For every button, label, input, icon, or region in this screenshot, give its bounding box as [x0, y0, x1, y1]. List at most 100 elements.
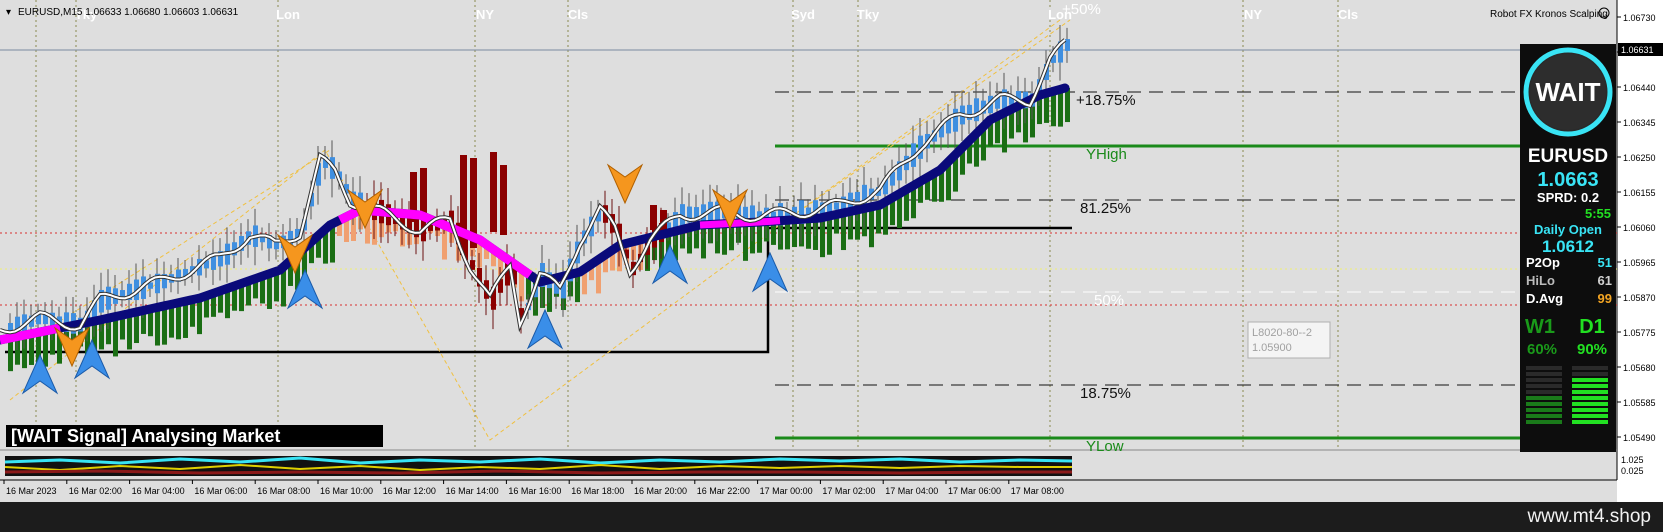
meter-cell-left [1526, 402, 1562, 406]
histogram-bar [176, 303, 181, 340]
histogram-bar [29, 334, 34, 365]
panel-pair: EURUSD [1528, 146, 1608, 167]
wait-badge-label: WAIT [1536, 77, 1601, 107]
time-tick-label: 17 Mar 00:00 [760, 486, 813, 496]
trend-line-magenta [699, 217, 781, 229]
meter-cell-left [1526, 420, 1562, 424]
sub-indicator-window [4, 456, 1073, 476]
symbol-info: EURUSD,M15 1.06633 1.06680 1.06603 1.066… [18, 7, 239, 18]
panel-stat-label: HiLo [1526, 273, 1555, 288]
meter-cell-left [1526, 378, 1562, 382]
chart-area[interactable]: Tky Lon NY Cls Syd Tky Lon NY Cls ▾ EURUSD,M15 1… [0, 0, 1663, 502]
time-tick-label: 16 Mar 18:00 [571, 486, 624, 496]
meter-cell-right [1572, 396, 1608, 400]
candle-body [650, 205, 657, 230]
panel-daily-open-value: 1.0612 [1542, 237, 1594, 256]
price-tick-label: 1.05965 [1623, 258, 1656, 268]
histogram-bar [281, 269, 286, 307]
panel-price: 1.0663 [1537, 169, 1598, 191]
histogram-bar [897, 195, 902, 229]
histogram-bar [197, 298, 202, 335]
histogram-bar [183, 301, 188, 338]
histogram-bar [162, 306, 167, 345]
time-tick-label: 16 Mar 2023 [6, 486, 57, 496]
panel-timer: 5:55 [1585, 206, 1611, 221]
fib-label-top: +50% [1062, 1, 1101, 18]
time-tick-label: 17 Mar 04:00 [885, 486, 938, 496]
panel-pct2: 90% [1577, 341, 1607, 358]
histogram-bar [113, 317, 118, 357]
price-tick-label: 1.05680 [1623, 363, 1656, 373]
indicator-tick-2: 0.025 [1621, 466, 1644, 476]
indicator-tick-1: 1.025 [1621, 455, 1644, 465]
panel-tf1: W1 [1525, 316, 1555, 338]
meter-cell-right [1572, 378, 1608, 382]
meter-cell-right [1572, 420, 1608, 424]
time-tick-label: 16 Mar 22:00 [697, 486, 750, 496]
session-label: NY [1244, 7, 1262, 22]
footer-url[interactable]: www.mt4.shop [1527, 506, 1651, 528]
meter-cell-left [1526, 390, 1562, 394]
tooltip-line-1: L8020-80--2 [1252, 327, 1312, 339]
panel-stat-label: P2Op [1526, 255, 1560, 270]
session-label: Cls [568, 7, 588, 22]
chart-canvas[interactable]: Tky Lon NY Cls Syd Tky Lon NY Cls ▾ EURUSD,M15 1… [0, 0, 1663, 502]
panel-stat-value: 51 [1598, 255, 1612, 270]
smiley-face-glyph: ◡ [1600, 11, 1606, 18]
session-label: Tky [857, 7, 880, 22]
meter-cell-left [1526, 366, 1562, 370]
meter-cell-right [1572, 390, 1608, 394]
candle-body [953, 108, 958, 132]
candle-body [834, 202, 839, 210]
panel-stat-value: 61 [1598, 273, 1612, 288]
histogram-bar [267, 274, 272, 309]
meter-cell-left [1526, 414, 1562, 418]
session-label: Syd [791, 7, 815, 22]
candle-body [974, 98, 979, 122]
time-tick-label: 16 Mar 16:00 [508, 486, 561, 496]
candle-body [490, 152, 497, 232]
candle-body [460, 155, 467, 255]
price-tick-label: 1.05490 [1623, 433, 1656, 443]
chart-menu-arrow[interactable]: ▾ [6, 7, 11, 18]
info-panel: WAIT EURUSD 1.0663 SPRD: 0.2 5:55 Daily … [1520, 44, 1616, 452]
price-tick-label: 1.06060 [1623, 223, 1656, 233]
histogram-bar [155, 307, 160, 346]
session-label: NY [476, 7, 494, 22]
candle-body [106, 286, 111, 310]
panel-pct1: 60% [1527, 341, 1557, 358]
meter-cell-right [1572, 414, 1608, 418]
time-tick-label: 17 Mar 02:00 [822, 486, 875, 496]
histogram-bar [806, 218, 811, 249]
price-tick-label: 1.06440 [1623, 83, 1656, 93]
price-tick-label: 1.06155 [1623, 188, 1656, 198]
meter-cell-left [1526, 408, 1562, 412]
meter-cell-left [1526, 396, 1562, 400]
histogram-bar [1058, 89, 1063, 127]
time-tick-label: 16 Mar 02:00 [69, 486, 122, 496]
histogram-bar [8, 338, 13, 372]
time-tick-label: 16 Mar 20:00 [634, 486, 687, 496]
time-tick-label: 16 Mar 08:00 [257, 486, 310, 496]
price-tick-label: 1.05870 [1623, 293, 1656, 303]
price-tick-label: 1.05775 [1623, 328, 1656, 338]
price-tick-label: 1.06730 [1623, 13, 1656, 23]
mt4-window: Tky Lon NY Cls Syd Tky Lon NY Cls ▾ EURUSD,M15 1… [0, 0, 1663, 532]
candle-body [420, 168, 427, 213]
meter-cell-right [1572, 408, 1608, 412]
fib-label-18: 18.75% [1080, 385, 1131, 402]
histogram-bar [1065, 88, 1070, 123]
meter-cell-left [1526, 372, 1562, 376]
time-tick-label: 16 Mar 14:00 [446, 486, 499, 496]
time-tick-label: 17 Mar 06:00 [948, 486, 1001, 496]
histogram-bar [43, 331, 48, 367]
current-price-tag: 1.06631 [1618, 43, 1663, 56]
fib-label-plus-18: +18.75% [1076, 92, 1136, 109]
histogram-bar [127, 314, 132, 350]
time-tick-label: 16 Mar 12:00 [383, 486, 436, 496]
price-tick-label: 1.06250 [1623, 153, 1656, 163]
meter-cell-left [1526, 384, 1562, 388]
object-tooltip: L8020-80--2 1.05900 [1247, 321, 1331, 359]
panel-daily-open-label: Daily Open [1534, 222, 1602, 237]
fib-label-ylow: YLow [1086, 438, 1124, 455]
